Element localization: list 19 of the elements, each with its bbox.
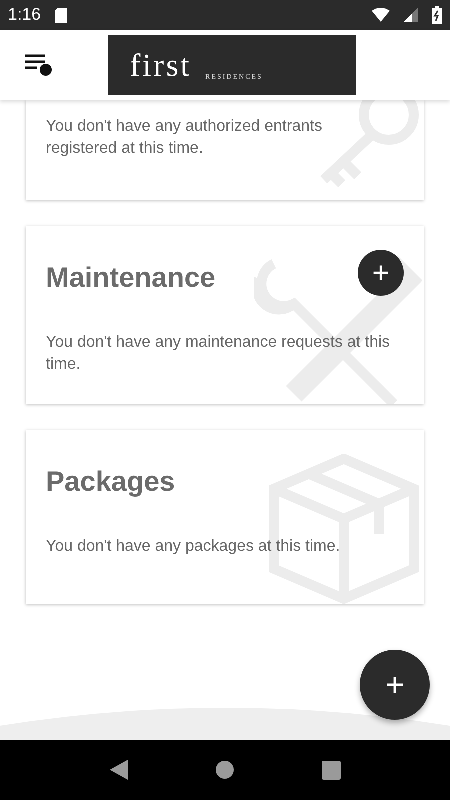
add-button[interactable] <box>360 650 430 720</box>
logo-wordmark: first <box>130 49 192 81</box>
add-button[interactable] <box>358 250 404 296</box>
card-message: You don't have any packages at this time. <box>46 537 342 557</box>
plus-icon <box>385 675 405 695</box>
recents-icon[interactable] <box>322 760 340 780</box>
battery-icon <box>432 6 442 24</box>
status-time: 1:16 <box>8 5 42 25</box>
card-title: Packages <box>46 466 176 498</box>
home-icon[interactable] <box>216 761 234 779</box>
card-message: You don't have any maintenance requests at this time. <box>46 333 391 375</box>
menu-icon[interactable] <box>24 52 54 78</box>
plus-icon <box>372 264 390 282</box>
card-title: Maintenance <box>46 262 216 294</box>
sd-card-icon <box>55 8 68 22</box>
card-message: You don't have any authorized entrants registered at this time. <box>46 117 324 159</box>
wifi-icon <box>372 8 390 22</box>
signal-icon <box>404 8 418 22</box>
back-icon[interactable] <box>110 760 128 780</box>
